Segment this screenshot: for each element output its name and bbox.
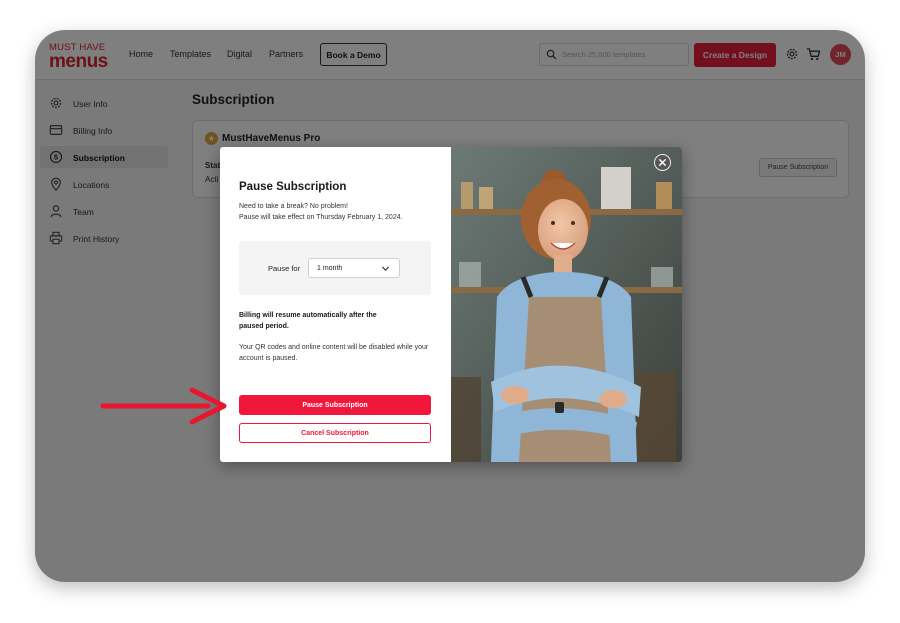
annotation-arrow-icon [100, 387, 227, 425]
pause-duration-box: Pause for 1 month [239, 241, 431, 295]
modal-subtitle-line-1: Need to take a break? No problem! [239, 203, 348, 210]
billing-resume-note: Billing will resume automatically after … [239, 312, 377, 330]
modal-title: Pause Subscription [239, 181, 347, 193]
qr-disabled-note: Your QR codes and online content will be… [239, 344, 429, 362]
close-button[interactable] [654, 154, 671, 171]
pause-duration-value: 1 month [317, 265, 343, 272]
close-icon [658, 158, 667, 167]
pause-subscription-modal: Pause Subscription Need to take a break?… [220, 147, 682, 462]
pause-subscription-button[interactable]: Pause Subscription [239, 395, 431, 415]
modal-subtitle: Need to take a break? No problem! Pause … [239, 201, 439, 223]
modal-subtitle-line-2: Pause will take effect on Thursday Febru… [239, 214, 403, 221]
app-window: MUST HAVE menus Home Templates Digital P… [35, 30, 865, 582]
pause-for-label: Pause for [268, 264, 301, 273]
chevron-down-icon [381, 266, 390, 271]
barista-photo [451, 147, 682, 462]
pause-duration-select[interactable]: 1 month [308, 258, 400, 278]
cancel-subscription-button[interactable]: Cancel Subscription [239, 423, 431, 443]
